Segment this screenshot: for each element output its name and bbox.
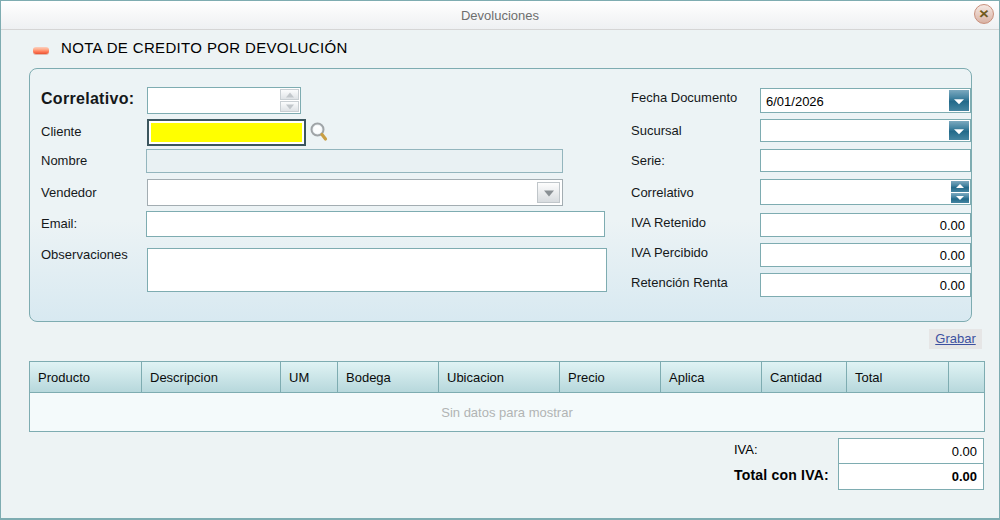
- retencion-renta-label: Retención Renta: [631, 275, 728, 291]
- observaciones-label: Observaciones: [41, 247, 128, 263]
- minus-icon: [33, 47, 49, 54]
- fecha-documento-label: Fecha Documento: [631, 90, 737, 106]
- serie-input[interactable]: [760, 149, 971, 172]
- correlativo-spinner[interactable]: [280, 89, 299, 112]
- email-label: Email:: [41, 216, 77, 232]
- arrow-down-icon: [286, 104, 294, 109]
- arrow-up-icon: [956, 184, 964, 188]
- chevron-down-icon: [954, 129, 964, 134]
- table-header-row: Producto Descripcion UM Bodega Ubicacion…: [30, 362, 984, 393]
- arrow-down-icon: [956, 196, 964, 200]
- correlativo2-spinner[interactable]: [951, 181, 969, 203]
- observaciones-textarea[interactable]: [147, 248, 607, 292]
- email-input[interactable]: [146, 211, 605, 237]
- sucursal-dropdown-button[interactable]: [949, 121, 969, 140]
- correlativo-input[interactable]: [147, 87, 301, 114]
- devoluciones-window: Devoluciones ✕ NOTA DE CREDITO POR DEVOL…: [0, 0, 1000, 520]
- spin-up-button[interactable]: [280, 89, 299, 100]
- close-button[interactable]: ✕: [974, 4, 994, 24]
- spin-up-button[interactable]: [951, 181, 969, 192]
- chevron-down-icon: [544, 190, 554, 196]
- column-header-um[interactable]: UM: [281, 362, 338, 392]
- column-header-producto[interactable]: Producto: [30, 362, 142, 392]
- sucursal-select[interactable]: [760, 119, 971, 142]
- table-empty-message: Sin datos para mostrar: [30, 393, 984, 431]
- iva-retenido-input[interactable]: [760, 213, 971, 237]
- correlativo2-label: Correlativo: [631, 185, 694, 201]
- search-icon[interactable]: [308, 121, 331, 144]
- column-header-total[interactable]: Total: [847, 362, 949, 392]
- section-title: NOTA DE CREDITO POR DEVOLUCIÓN: [61, 39, 348, 56]
- iva-total-label: IVA:: [734, 442, 758, 457]
- vendedor-label: Vendedor: [41, 185, 97, 201]
- column-header-aplica[interactable]: Aplica: [661, 362, 762, 392]
- correlativo-label: Correlativo:: [41, 89, 134, 108]
- column-header-empty: [949, 362, 984, 392]
- cliente-label: Cliente: [41, 124, 81, 140]
- products-table: Producto Descripcion UM Bodega Ubicacion…: [29, 361, 985, 432]
- spin-down-button[interactable]: [951, 193, 969, 204]
- total-con-iva-label: Total con IVA:: [734, 467, 829, 483]
- iva-retenido-label: IVA Retenido: [631, 215, 706, 231]
- vendedor-dropdown-button[interactable]: [537, 182, 560, 203]
- sucursal-label: Sucursal: [631, 123, 682, 139]
- column-header-descripcion[interactable]: Descripcion: [142, 362, 281, 392]
- window-title: Devoluciones: [1, 8, 999, 23]
- chevron-down-icon: [954, 99, 964, 104]
- iva-total-input[interactable]: [838, 438, 984, 464]
- fecha-documento-value: 6/01/2026: [766, 93, 824, 108]
- correlativo2-input[interactable]: [760, 179, 971, 205]
- total-con-iva-input[interactable]: [838, 463, 984, 490]
- close-icon: ✕: [975, 6, 993, 22]
- grabar-label: Grabar: [935, 331, 975, 346]
- spin-down-button[interactable]: [280, 101, 299, 112]
- serie-label: Serie:: [631, 153, 665, 169]
- arrow-up-icon: [286, 92, 294, 97]
- nombre-label: Nombre: [41, 153, 87, 169]
- vendedor-select[interactable]: [147, 179, 563, 206]
- retencion-renta-input[interactable]: [760, 273, 971, 297]
- cliente-input[interactable]: [147, 119, 306, 146]
- column-header-precio[interactable]: Precio: [560, 362, 661, 392]
- grabar-button[interactable]: Grabar: [929, 329, 982, 349]
- iva-percibido-input[interactable]: [760, 243, 971, 267]
- fecha-dropdown-button[interactable]: [949, 90, 969, 111]
- iva-percibido-label: IVA Percibido: [631, 245, 708, 261]
- nombre-input[interactable]: [146, 149, 563, 173]
- column-header-bodega[interactable]: Bodega: [338, 362, 439, 392]
- column-header-cantidad[interactable]: Cantidad: [762, 362, 847, 392]
- titlebar: Devoluciones ✕: [1, 1, 999, 30]
- cliente-highlight[interactable]: [151, 123, 302, 142]
- column-header-ubicacion[interactable]: Ubicacion: [439, 362, 560, 392]
- fecha-documento-select[interactable]: 6/01/2026: [760, 88, 971, 113]
